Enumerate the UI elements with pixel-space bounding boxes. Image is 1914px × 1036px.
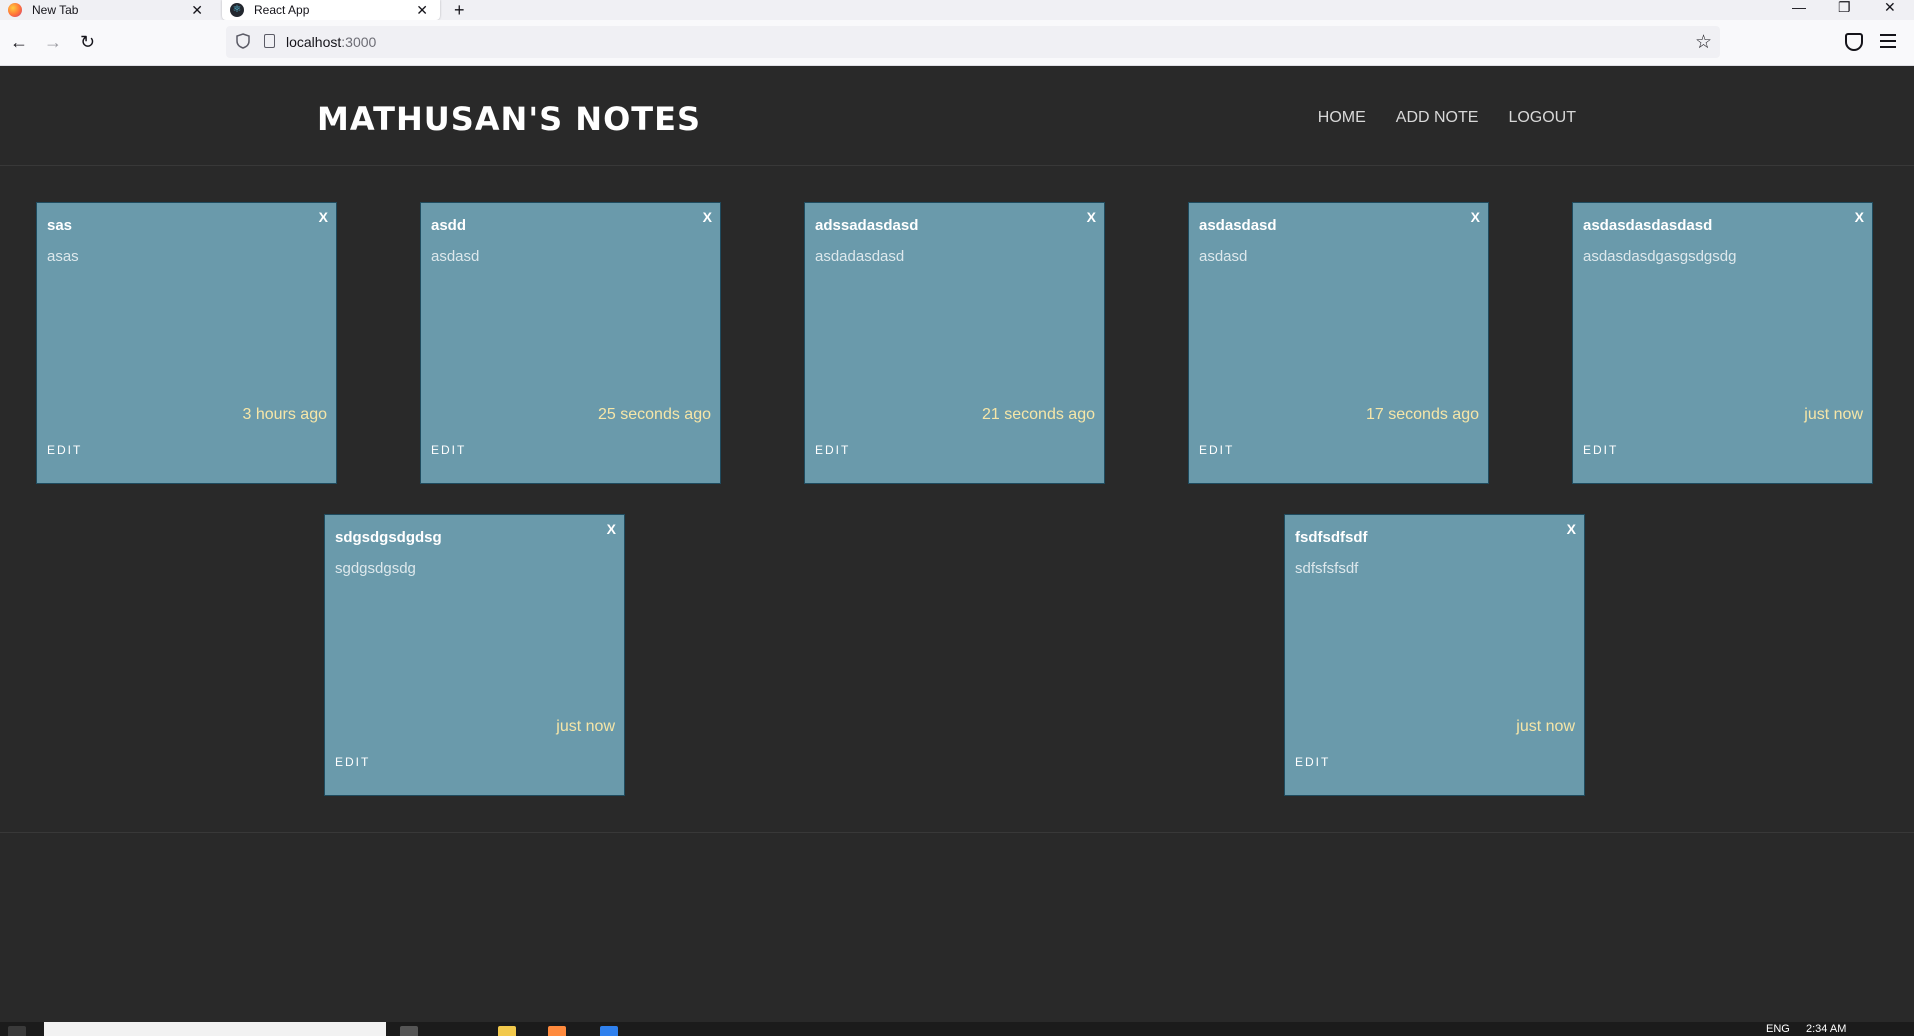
file-explorer-icon[interactable]: [498, 1026, 516, 1036]
restore-icon[interactable]: ❐: [1838, 0, 1851, 14]
firefox-taskbar-icon[interactable]: [548, 1026, 566, 1036]
firefox-icon: [8, 3, 22, 17]
note-card: asdasdasdasdasd X asdasdasdgasgsdgsdg ju…: [1572, 202, 1873, 484]
menu-home-link[interactable]: HOME: [1318, 109, 1366, 127]
note-timestamp: just now: [1804, 406, 1863, 423]
note-title: asdasdasd: [1199, 217, 1277, 234]
delete-note-button[interactable]: X: [1087, 209, 1096, 225]
new-tab-plus-icon[interactable]: +: [454, 0, 465, 20]
minimize-icon[interactable]: —: [1792, 0, 1806, 14]
vscode-taskbar-icon[interactable]: [600, 1026, 618, 1036]
reload-icon[interactable]: ↻: [80, 32, 95, 52]
tab-new-tab[interactable]: New Tab ✕: [0, 0, 215, 20]
menu-logout-link[interactable]: LOGOUT: [1508, 109, 1576, 127]
note-card: sdgsdgsdgdsg X sgdgsdgsdg just now EDIT: [324, 514, 625, 796]
edit-note-button[interactable]: EDIT: [1295, 755, 1330, 769]
delete-note-button[interactable]: X: [1855, 209, 1864, 225]
delete-note-button[interactable]: X: [319, 209, 328, 225]
note-content: sdfsfsfsdf: [1295, 560, 1359, 577]
app-title: MATHUSAN'S NOTES: [317, 100, 702, 138]
app-header: MATHUSAN'S NOTES HOME ADD NOTE LOGOUT: [0, 66, 1914, 166]
note-title: fsdfsdfsdf: [1295, 529, 1368, 546]
react-icon: ⚛: [230, 3, 244, 17]
browser-tab-strip: New Tab ✕ ⚛ React App ✕ + — ❐ ✕: [0, 0, 1914, 20]
delete-note-button[interactable]: X: [1471, 209, 1480, 225]
tab-label: React App: [254, 3, 310, 17]
tab-label: New Tab: [32, 3, 79, 17]
delete-note-button[interactable]: X: [703, 209, 712, 225]
taskbar-clock[interactable]: 2:34 AM: [1806, 1024, 1846, 1035]
note-timestamp: just now: [1516, 718, 1575, 735]
edit-note-button[interactable]: EDIT: [1199, 443, 1234, 457]
back-arrow-icon[interactable]: ←: [10, 32, 28, 52]
note-timestamp: 17 seconds ago: [1366, 406, 1479, 423]
edit-note-button[interactable]: EDIT: [431, 443, 466, 457]
note-content: sgdgsdgsdg: [335, 560, 416, 577]
note-timestamp: 3 hours ago: [242, 406, 327, 423]
note-content: asdadasdasd: [815, 248, 905, 265]
shield-icon[interactable]: [236, 33, 250, 49]
delete-note-button[interactable]: X: [1567, 521, 1576, 537]
note-title: asdasdasdasdasd: [1583, 217, 1713, 234]
edit-note-button[interactable]: EDIT: [815, 443, 850, 457]
page-info-icon[interactable]: [264, 34, 275, 48]
bookmark-star-icon[interactable]: ☆: [1695, 31, 1712, 54]
tab-react-app[interactable]: ⚛ React App ✕: [222, 0, 440, 20]
note-title: asdd: [431, 217, 467, 234]
forward-arrow-icon[interactable]: →: [44, 32, 62, 52]
start-icon[interactable]: [8, 1026, 26, 1036]
notes-grid: sas X asas 3 hours ago EDIT asdd X asdas…: [0, 167, 1914, 833]
close-tab-icon[interactable]: ✕: [191, 2, 203, 19]
edit-note-button[interactable]: EDIT: [47, 443, 82, 457]
close-tab-icon[interactable]: ✕: [416, 2, 428, 19]
browser-nav-bar: ← → ↻ localhost:3000 ☆: [0, 20, 1914, 66]
edit-note-button[interactable]: EDIT: [335, 755, 370, 769]
note-content: asdasd: [1199, 248, 1248, 265]
note-title: sas: [47, 217, 73, 234]
note-timestamp: just now: [556, 718, 615, 735]
taskbar-search-box[interactable]: [44, 1022, 386, 1036]
note-content: asdasdasdgasgsdgsdg: [1583, 248, 1737, 265]
main-menu: HOME ADD NOTE LOGOUT: [1318, 109, 1576, 127]
note-title: adssadasdasd: [815, 217, 919, 234]
note-card: fsdfsdfsdf X sdfsfsfsdf just now EDIT: [1284, 514, 1585, 796]
menu-add-note-link[interactable]: ADD NOTE: [1396, 109, 1479, 127]
note-card: asdasdasd X asdasd 17 seconds ago EDIT: [1188, 202, 1489, 484]
note-card: sas X asas 3 hours ago EDIT: [36, 202, 337, 484]
task-view-icon[interactable]: [400, 1026, 418, 1036]
pocket-icon[interactable]: [1845, 33, 1863, 51]
edit-note-button[interactable]: EDIT: [1583, 443, 1618, 457]
delete-note-button[interactable]: X: [607, 521, 616, 537]
note-content: asdasd: [431, 248, 480, 265]
url-bar[interactable]: localhost:3000 ☆: [226, 26, 1720, 58]
language-indicator[interactable]: ENG: [1766, 1024, 1790, 1035]
window-close-icon[interactable]: ✕: [1884, 0, 1896, 14]
note-timestamp: 21 seconds ago: [982, 406, 1095, 423]
os-taskbar: ENG 2:34 AM: [0, 1022, 1914, 1036]
note-content: asas: [47, 248, 79, 265]
url-text[interactable]: localhost:3000: [286, 34, 376, 50]
note-timestamp: 25 seconds ago: [598, 406, 711, 423]
note-card: adssadasdasd X asdadasdasd 21 seconds ag…: [804, 202, 1105, 484]
hamburger-menu-icon[interactable]: [1880, 34, 1896, 48]
note-card: asdd X asdasd 25 seconds ago EDIT: [420, 202, 721, 484]
note-title: sdgsdgsdgdsg: [335, 529, 442, 546]
